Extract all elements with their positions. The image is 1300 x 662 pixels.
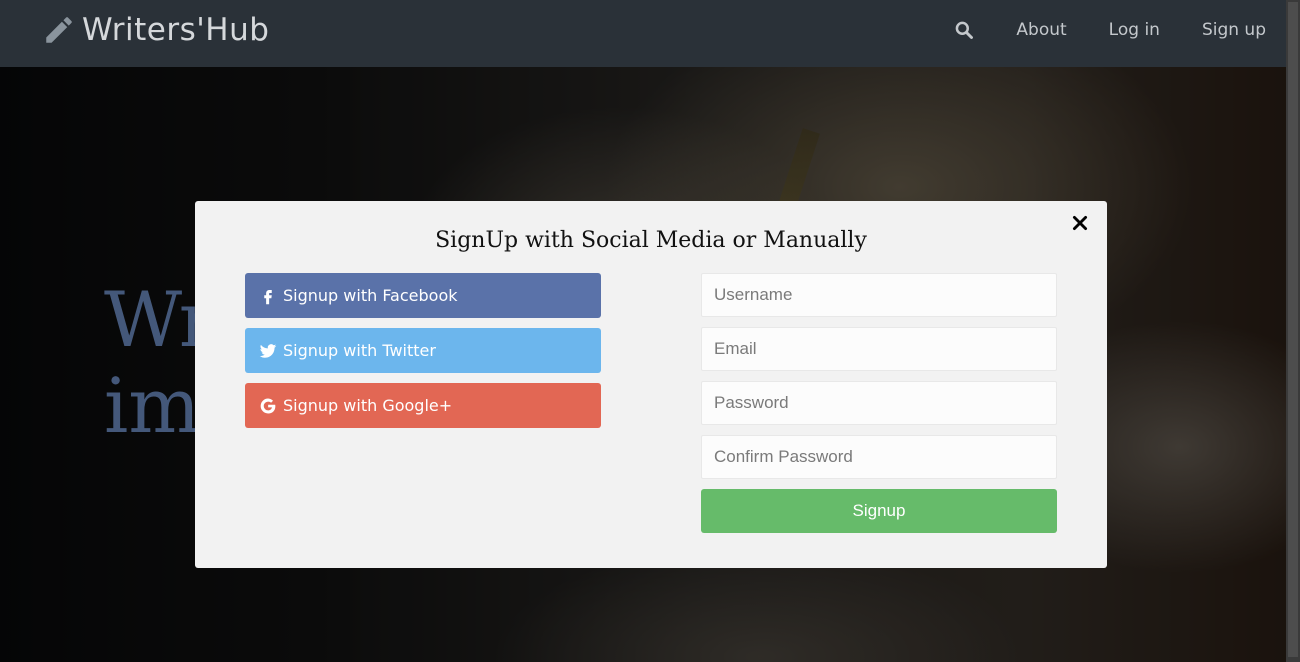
scrollbar-thumb[interactable] [1288, 2, 1298, 657]
twitter-signup-button[interactable]: Signup with Twitter [245, 328, 601, 373]
brand-logo[interactable]: Writers'Hub [42, 12, 269, 48]
pencil-icon [46, 17, 72, 43]
twitter-signup-label: Signup with Twitter [283, 341, 436, 360]
google-icon [260, 398, 276, 413]
brand-name: Writers'Hub [82, 12, 270, 48]
facebook-signup-label: Signup with Facebook [283, 286, 458, 305]
nav-signup-link[interactable]: Sign up [1202, 20, 1266, 40]
nav-login-link[interactable]: Log in [1109, 20, 1160, 40]
google-signup-button[interactable]: Signup with Google+ [245, 383, 601, 428]
signup-modal: SignUp with Social Media or Manually Sig… [195, 201, 1107, 568]
facebook-icon [264, 289, 272, 304]
navbar: Writers'Hub About Log in Sign up [0, 0, 1300, 67]
nav-links: About Log in Sign up [954, 0, 1266, 60]
username-field[interactable] [701, 273, 1057, 317]
facebook-signup-button[interactable]: Signup with Facebook [245, 273, 601, 318]
nav-about-link[interactable]: About [1016, 20, 1066, 40]
search-icon[interactable] [954, 20, 974, 40]
confirm-password-field[interactable] [701, 435, 1057, 479]
modal-title: SignUp with Social Media or Manually [435, 228, 867, 253]
twitter-icon [259, 343, 277, 358]
google-signup-label: Signup with Google+ [283, 396, 453, 415]
signup-submit-button[interactable]: Signup [701, 489, 1057, 533]
email-field[interactable] [701, 327, 1057, 371]
password-field[interactable] [701, 381, 1057, 425]
